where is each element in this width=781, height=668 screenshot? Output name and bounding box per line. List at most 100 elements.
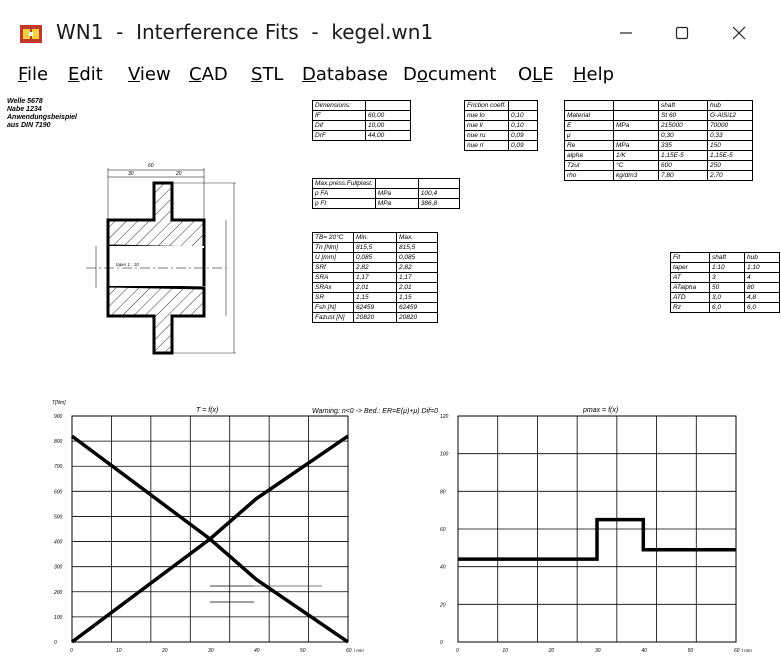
y-axis-label: T[Nm]	[52, 400, 66, 406]
table-cell: SRf	[312, 262, 354, 273]
table-row: DrF 44,00	[312, 130, 411, 141]
x-tick-label: 40	[641, 648, 647, 654]
menu-item-document[interactable]: Document	[403, 64, 496, 85]
table-row: nue ll 0,10	[463, 120, 539, 131]
table-cell: 20820	[353, 312, 397, 323]
title-bar: WN1 - Interference Fits - kegel.wn1	[0, 0, 781, 64]
table-cell: 600	[658, 160, 708, 171]
menu-item-file[interactable]: File	[18, 64, 48, 85]
table-cell: Tzul	[564, 160, 614, 171]
x-tick-label: 40	[254, 648, 260, 654]
table-cell: 1,15E-5	[658, 150, 708, 161]
friction-table: Friction coeff. nue lo 0,10 nue ll 0,10 nue r…	[463, 100, 539, 151]
table-row: shaft hub	[564, 100, 753, 111]
table-row: ATalpha 50 80	[670, 282, 780, 293]
table-cell: 0,085	[396, 252, 438, 263]
table-row: p Ft MPa 386,8	[312, 198, 460, 209]
table-cell	[564, 100, 614, 111]
table-cell: shaft	[658, 100, 708, 111]
table-row: Dimensions:	[312, 100, 411, 111]
y-tick-label: 80	[440, 489, 446, 495]
table-cell: Fit	[670, 252, 710, 263]
table-cell: 250	[707, 160, 753, 171]
table-cell: 1,15	[396, 292, 438, 303]
table-cell: 1,17	[353, 272, 397, 283]
y-tick-label: 900	[54, 414, 63, 420]
menu-bar: File Edit View CAD STL Database Document OLE Hel…	[0, 64, 781, 90]
table-cell: 7,80	[658, 170, 708, 181]
table-cell: ATalpha	[670, 282, 710, 293]
table-cell: 335	[658, 140, 708, 151]
table-row: TB= 20°C Min. Max.	[312, 232, 438, 243]
table-cell: Re	[564, 140, 614, 151]
y-tick-label: 200	[53, 590, 63, 596]
torque-chart: 0 10 20 30 40 50 60010020030040050060070080090…	[52, 400, 364, 654]
menu-item-ole[interactable]: OLE	[518, 64, 554, 85]
table-row: Tn [Nm] 815,5 815,5	[312, 242, 438, 253]
maximize-button[interactable]	[660, 16, 704, 50]
table-row: IF 60,00	[312, 110, 411, 121]
y-tick-label: 40	[440, 565, 446, 571]
table-row: nue ru 0,09	[463, 130, 539, 141]
x-tick-label: 50	[300, 648, 306, 654]
menu-item-view[interactable]: View	[128, 64, 171, 85]
app-icon	[20, 25, 42, 43]
table-cell: MPa	[613, 120, 659, 131]
table-cell: 4,8	[744, 292, 780, 303]
chart-title: pmax = f(x)	[582, 407, 618, 414]
maximize-icon	[675, 26, 689, 40]
table-cell: p Ft	[312, 198, 376, 209]
table-cell: TB= 20°C	[312, 232, 354, 243]
y-tick-label: 300	[54, 565, 63, 571]
x-tick-label: 10	[116, 648, 122, 654]
menu-item-help[interactable]: Help	[573, 64, 614, 85]
table-row: Re MPa 335 150	[564, 140, 753, 151]
y-tick-label: 60	[440, 527, 446, 533]
table-cell: 70000	[707, 120, 753, 131]
menu-item-stl[interactable]: STL	[251, 64, 283, 85]
chart-title: T = f(x)	[196, 407, 218, 414]
table-cell: 60,00	[365, 110, 411, 121]
table-cell: nue ru	[463, 130, 510, 141]
table-cell: Friction coeff.	[463, 100, 510, 111]
close-button[interactable]	[717, 16, 761, 50]
table-cell: taper	[670, 262, 710, 273]
table-cell: 3	[709, 272, 745, 283]
table-cell: MPa	[374, 198, 419, 209]
x-tick-label: 10	[502, 648, 508, 654]
table-cell: hub	[707, 100, 753, 111]
menu-item-edit[interactable]: Edit	[68, 64, 103, 85]
minimize-button[interactable]	[604, 16, 648, 50]
dim-top-label: 60	[148, 163, 154, 169]
table-cell: 44,00	[365, 130, 411, 141]
table-row: Friction coeff.	[463, 100, 539, 111]
table-cell: nue lo	[463, 110, 510, 121]
table-cell: 20820	[396, 312, 438, 323]
table-cell	[417, 178, 460, 189]
table-cell: shaft	[709, 252, 745, 263]
table-row: SRAx 2,01 2,01	[312, 282, 438, 293]
plot-frame	[71, 415, 349, 643]
table-cell: 50	[709, 282, 745, 293]
table-row: Fit shaft hub	[670, 252, 780, 263]
menu-item-cad[interactable]: CAD	[189, 64, 228, 85]
table-row: Material St 60 G-AlSi12	[564, 110, 753, 121]
table-cell: kg/dm3	[613, 170, 659, 181]
table-cell: 815,5	[396, 242, 438, 253]
header-note: Welle 5678 Nabe 1234 Anwendungsbeispiel …	[7, 98, 77, 130]
x-tick-label: 60	[734, 648, 740, 654]
window-title: WN1 - Interference Fits - kegel.wn1	[56, 20, 434, 44]
table-cell: 0,09	[508, 130, 539, 141]
table-cell: 2,70	[707, 170, 753, 181]
table-cell	[613, 110, 659, 121]
table-cell: 386,8	[417, 198, 460, 209]
x-tick-label: 0	[70, 648, 73, 654]
table-cell: MPa	[374, 188, 419, 199]
results-table: TB= 20°C Min. Max. Tn [Nm] 815,5 815,5 U [mm] 0…	[312, 232, 438, 323]
menu-item-database[interactable]: Database	[302, 64, 388, 85]
y-tick-label: 500	[54, 514, 63, 520]
hub-cross-section-drawing: 60 30 20 taper 1 : 10	[86, 163, 236, 355]
table-row: Max.press.Fullplast.	[312, 178, 460, 189]
table-cell: Dimensions:	[312, 100, 366, 111]
table-row: rho kg/dm3 7,80 2,70	[564, 170, 753, 181]
